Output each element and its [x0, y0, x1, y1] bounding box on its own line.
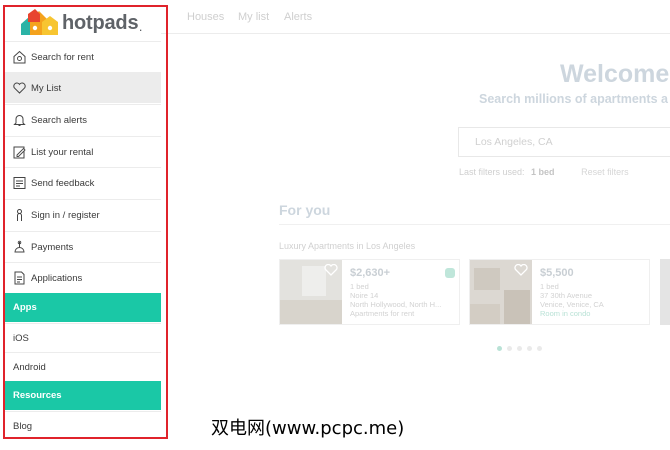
brand-dot: .: [139, 23, 142, 33]
nav-my-list[interactable]: My list: [238, 11, 269, 23]
menu-item-my-list[interactable]: My List: [4, 72, 161, 103]
carousel-dot[interactable]: [537, 346, 542, 351]
feedback-icon: [13, 177, 26, 189]
nav-houses[interactable]: Houses: [187, 11, 224, 23]
brand-name: hotpads: [62, 11, 139, 34]
section-header-apps: Apps: [4, 293, 161, 322]
last-filters-value[interactable]: 1 bed: [531, 167, 555, 177]
document-icon: [14, 271, 25, 285]
link-label: iOS: [13, 333, 29, 344]
house-search-icon: [13, 50, 26, 64]
user-icon: [17, 209, 22, 221]
verified-icon: [445, 268, 455, 278]
divider: [279, 224, 670, 225]
heart-icon[interactable]: [514, 264, 528, 276]
carousel-dot[interactable]: [497, 346, 502, 351]
menu-item-applications[interactable]: Applications: [4, 262, 161, 293]
bell-icon: [13, 115, 26, 126]
menu-item-label: Send feedback: [31, 178, 95, 189]
section-title: Luxury Apartments in Los Angeles: [279, 241, 416, 251]
listing-name: 37 30th Avenue: [540, 291, 592, 300]
listing-type: Room in condo: [540, 309, 591, 318]
menu-item-search-for-rent[interactable]: Search for rent: [4, 41, 161, 72]
menu-item-search-alerts[interactable]: Search alerts: [4, 104, 161, 135]
menu-item-send-feedback[interactable]: Send feedback: [4, 167, 161, 198]
menu-item-label: List your rental: [31, 147, 94, 158]
link-blog[interactable]: Blog: [4, 411, 161, 440]
menu-item-label: Sign in / register: [31, 210, 100, 221]
menu-item-sign-in[interactable]: Sign in / register: [4, 199, 161, 230]
listing-price: $5,500: [540, 267, 574, 279]
search-input[interactable]: Los Angeles, CA: [458, 127, 670, 157]
heart-icon: [13, 82, 26, 94]
link-label: Android: [13, 362, 46, 373]
listing-area: Venice, Venice, CA: [540, 300, 604, 309]
menu-item-label: My List: [31, 83, 62, 94]
watermark-text: 双电网(www.pcpc.me): [211, 418, 405, 439]
reset-filters-link[interactable]: Reset filters: [581, 167, 629, 177]
heart-icon[interactable]: [324, 264, 338, 276]
link-label: Blog: [13, 421, 33, 432]
last-filters: Last filters used: 1 bed Reset filters: [459, 167, 629, 177]
listing-type: Apartments for rent: [350, 309, 415, 318]
search-input-value: Los Angeles, CA: [475, 136, 553, 148]
for-you-heading: For you: [279, 202, 331, 218]
link-android[interactable]: Android: [4, 352, 161, 381]
edit-icon: [13, 146, 26, 159]
side-menu: hotpads. Search for rent My List Search …: [0, 0, 161, 450]
welcome-subtitle: Search millions of apartments a: [479, 92, 668, 106]
nav-alerts[interactable]: Alerts: [284, 11, 312, 23]
menu-item-label: Search alerts: [31, 115, 87, 126]
carousel-dots: [497, 338, 547, 356]
listing-beds: 1 bed: [540, 282, 559, 291]
top-nav: Houses My list Alerts: [160, 0, 670, 34]
listing-beds: 1 bed: [350, 282, 369, 291]
page: Houses My list Alerts Welcome Search mil…: [0, 0, 670, 450]
listing-area: North Hollywood, North H...: [350, 300, 442, 309]
carousel-dot[interactable]: [527, 346, 532, 351]
carousel-dot[interactable]: [507, 346, 512, 351]
listing-price: $2,630+: [350, 267, 391, 279]
carousel-dot[interactable]: [517, 346, 522, 351]
hotpads-logo-icon: [21, 9, 58, 35]
menu-item-label: Payments: [31, 242, 74, 253]
listing-card[interactable]: $2,630+ 1 bed Noire 14 North Hollywood, …: [279, 259, 460, 325]
section-header-label: Apps: [13, 302, 37, 313]
brand-logo[interactable]: hotpads.: [18, 7, 142, 39]
listing-name: Noire 14: [350, 291, 379, 300]
section-header-resources: Resources: [4, 381, 161, 410]
payments-icon: [14, 240, 25, 253]
listing-card[interactable]: $5,500 1 bed 37 30th Avenue Venice, Veni…: [469, 259, 650, 325]
listing-card-partial[interactable]: [660, 259, 670, 325]
menu-item-label: Applications: [31, 273, 83, 284]
menu-item-label: Search for rent: [31, 52, 94, 63]
welcome-heading: Welcome: [560, 60, 670, 88]
menu-item-payments[interactable]: Payments: [4, 231, 161, 262]
menu-item-list-your-rental[interactable]: List your rental: [4, 136, 161, 167]
section-header-label: Resources: [13, 390, 62, 401]
link-ios[interactable]: iOS: [4, 323, 161, 352]
last-filters-label: Last filters used:: [459, 167, 525, 177]
